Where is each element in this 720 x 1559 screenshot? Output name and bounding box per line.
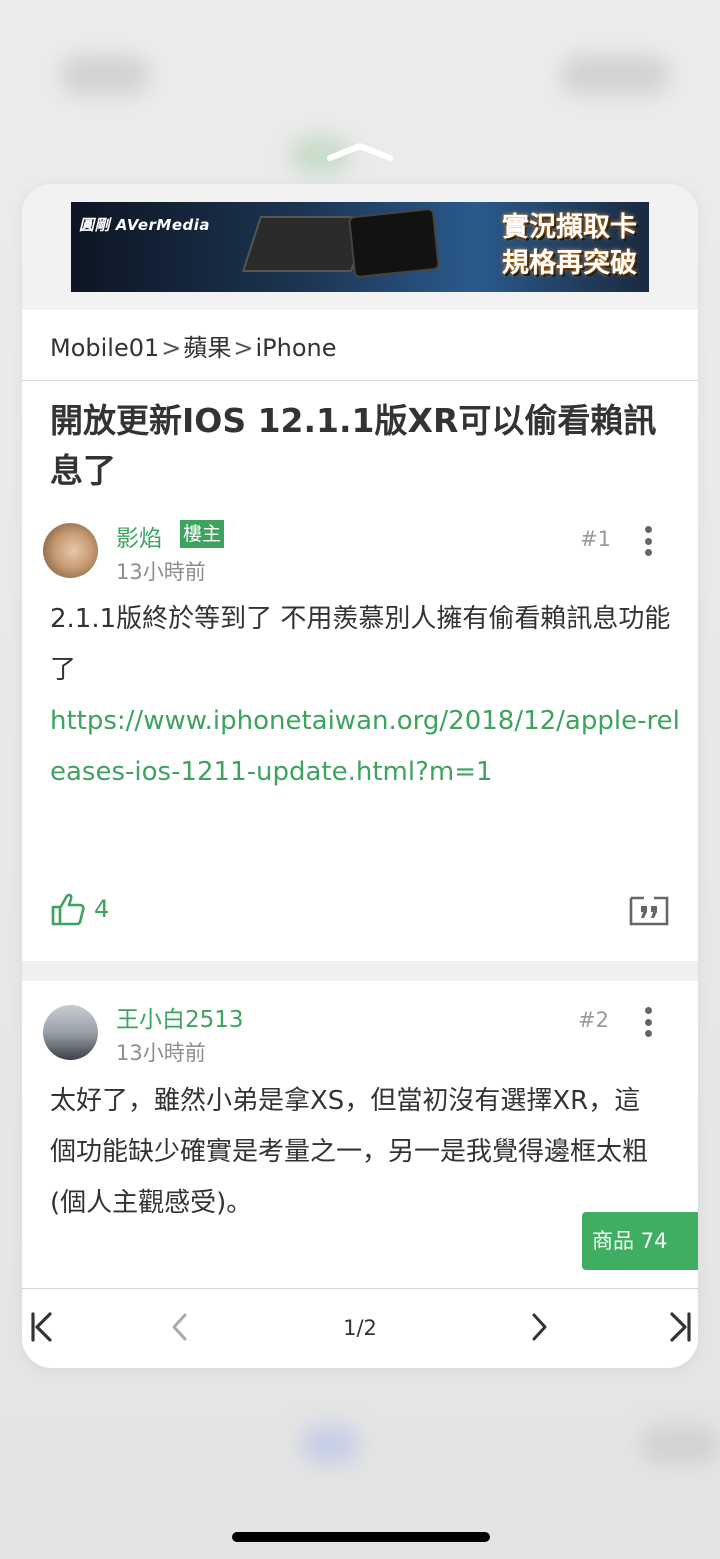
thread-preview-card: 圓剛 AVerMedia 實況擷取卡 規格再突破 Mobile01>蘋果>iPh… [22,184,698,1368]
prev-page-icon [172,1313,187,1341]
post-link[interactable]: https://www.iphonetaiwan.org/2018/12/app… [50,696,680,798]
ad-banner[interactable]: 圓剛 AVerMedia 實況擷取卡 規格再突破 [71,202,649,292]
background-blob [60,55,150,95]
more-vertical-icon[interactable] [642,526,654,556]
avatar[interactable] [43,1005,98,1060]
product-count-tag[interactable]: 商品 74 [582,1212,698,1270]
breadcrumb-separator: > [161,334,182,362]
ad-area: 圓剛 AVerMedia 實況擷取卡 規格再突破 [22,184,698,310]
home-indicator[interactable] [232,1532,490,1542]
divider [22,380,698,381]
breadcrumb: Mobile01>蘋果>iPhone [50,328,337,363]
post-username[interactable]: 王小白2513 [116,1000,244,1034]
breadcrumb-item-category[interactable]: 蘋果 [183,328,231,363]
post-time: 13小時前 [116,560,206,584]
avatar[interactable] [43,523,98,578]
ad-brand: 圓剛 AVerMedia [79,216,211,234]
floor-number: #2 [578,1008,609,1032]
floor-number: #1 [580,527,611,551]
breadcrumb-separator: > [233,334,254,362]
background-blob [560,55,670,95]
breadcrumb-item-site[interactable]: Mobile01 [50,334,159,362]
more-vertical-icon[interactable] [642,1007,654,1037]
op-badge: 樓主 [180,520,225,548]
background-blob [300,1425,360,1465]
ad-slogan-line1: 實況擷取卡 [502,212,637,243]
like-count: 4 [94,895,110,923]
background-blob [640,1425,720,1465]
post-separator [22,961,698,981]
post-text: 太好了，雖然小弟是拿XS，但當初沒有選擇XR，這個功能缺少確實是考量之一，另一是… [50,1086,649,1218]
prev-page-button[interactable] [164,1307,194,1347]
post-text: 2.1.1版終於等到了 不用羨慕別人擁有偷看賴訊息功能了 [50,604,671,685]
last-page-button[interactable] [666,1307,696,1347]
like-button[interactable]: 4 [50,892,109,926]
next-page-button[interactable] [525,1307,555,1347]
post-username[interactable]: 影焰 [116,519,162,553]
post-time: 13小時前 [116,1041,206,1065]
quote-icon[interactable] [629,892,669,926]
last-page-icon [670,1312,691,1342]
post-body: 太好了，雖然小弟是拿XS，但當初沒有選擇XR，這個功能缺少確實是考量之一，另一是… [50,1076,650,1229]
grabber-chevron-icon[interactable] [326,140,394,164]
post-body: 2.1.1版終於等到了 不用羨慕別人擁有偷看賴訊息功能了 https://www… [50,594,680,798]
thumbs-up-icon [51,893,85,926]
pagination-bar: 1/2 [22,1288,698,1368]
first-page-button[interactable] [26,1307,56,1347]
ad-slogan: 實況擷取卡 規格再突破 [502,210,637,282]
page-indicator: 1/2 [343,1316,377,1340]
first-page-icon [31,1312,52,1342]
next-page-icon [532,1313,547,1341]
breadcrumb-item-forum[interactable]: iPhone [255,334,336,362]
capture-box-image [347,207,441,279]
thread-title: 開放更新IOS 12.1.1版XR可以偷看賴訊息了 [50,401,657,490]
ad-slogan-line2: 規格再突破 [502,248,637,279]
